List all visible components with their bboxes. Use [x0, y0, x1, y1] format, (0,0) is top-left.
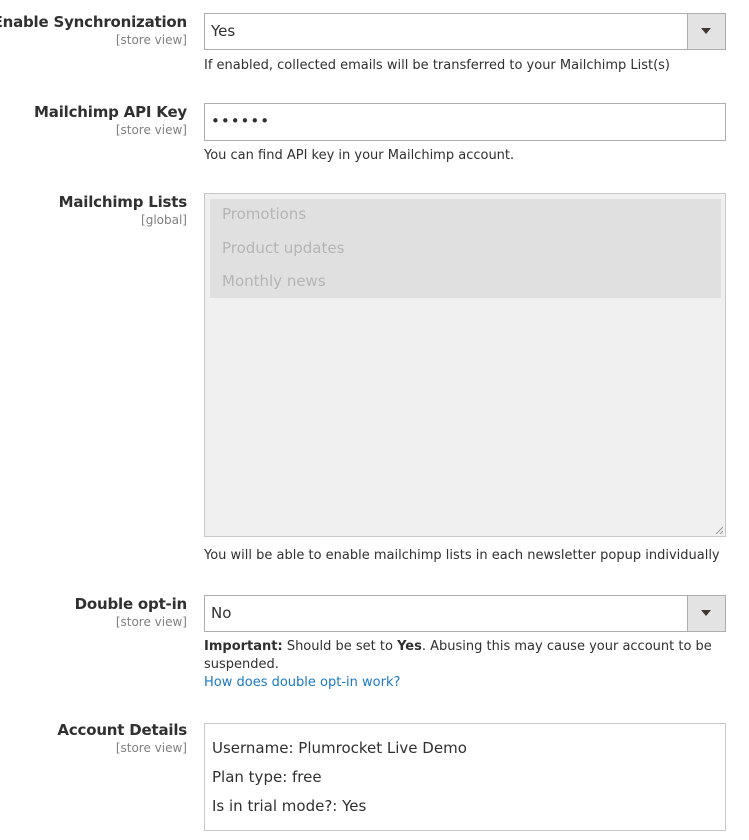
field-label: Enable Synchronization [0, 13, 187, 31]
list-option[interactable]: Promotions [222, 205, 306, 223]
enable-sync-select[interactable]: Yes [204, 13, 726, 50]
field-label: Mailchimp Lists [58, 193, 188, 211]
chevron-down-icon [701, 28, 711, 34]
list-option[interactable]: Product updates [222, 239, 344, 257]
field-note: You can find API key in your Mailchimp a… [204, 148, 515, 163]
note-text: suspended. [204, 657, 279, 672]
resize-handle-icon[interactable] [715, 526, 723, 534]
scope-label: [store view] [115, 615, 187, 629]
options-list: Promotions Product updates Monthly news [210, 199, 721, 298]
password-value: •••••• [211, 112, 271, 130]
scope-label: [store view] [115, 741, 187, 755]
note-text: Should be set to [282, 639, 398, 654]
yes-emphasis: Yes [397, 639, 422, 654]
mailchimp-lists-multiselect[interactable]: Promotions Product updates Monthly news [204, 193, 726, 537]
api-key-input[interactable]: •••••• [204, 103, 726, 141]
field-note: Important: Should be set to Yes. Abusing… [204, 638, 726, 692]
account-details-box: Username: Plumrocket Live Demo Plan type… [204, 723, 726, 831]
double-optin-help-link[interactable]: How does double opt-in work? [204, 675, 400, 690]
field-label: Account Details [57, 721, 187, 739]
select-value: No [211, 604, 232, 622]
dropdown-button[interactable] [687, 14, 725, 49]
field-note: If enabled, collected emails will be tra… [204, 58, 671, 73]
scope-label: [store view] [115, 33, 187, 47]
account-trial-mode: Is in trial mode?: Yes [212, 797, 367, 815]
dropdown-button[interactable] [687, 596, 725, 631]
account-username: Username: Plumrocket Live Demo [212, 739, 467, 757]
field-label: Double opt-in [74, 595, 188, 613]
account-plan-type: Plan type: free [212, 768, 322, 786]
important-label: Important: [204, 639, 283, 654]
list-option[interactable]: Monthly news [222, 272, 326, 290]
scope-label: [global] [141, 213, 187, 227]
field-label: Mailchimp API Key [34, 103, 187, 121]
note-text: . Abusing this may cause your account to… [421, 639, 712, 654]
field-note: You will be able to enable mailchimp lis… [204, 548, 720, 563]
select-value: Yes [211, 22, 236, 40]
double-optin-select[interactable]: No [204, 595, 726, 632]
chevron-down-icon [701, 610, 711, 616]
scope-label: [store view] [115, 123, 187, 137]
